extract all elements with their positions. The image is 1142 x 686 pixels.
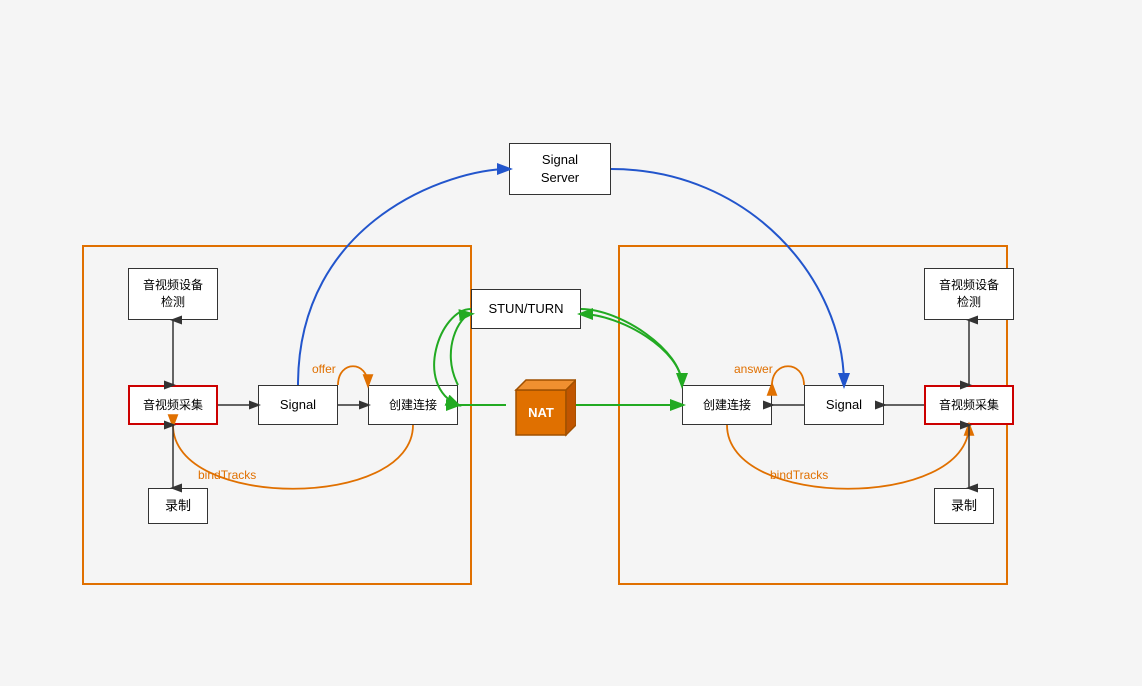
green-arrow-stun-to-right-conn <box>581 309 682 385</box>
orange-arrow-answer <box>772 366 804 385</box>
diagram-container: Signal Server STUN/TURN 音视频设备 检测 音视频采集 S… <box>0 0 1142 686</box>
green-arrow-left-conn-to-stun <box>451 314 471 385</box>
orange-arrow-offer <box>338 366 368 385</box>
orange-arrow-bind-tracks-right <box>727 425 969 489</box>
blue-arrow-server-to-right <box>611 169 844 385</box>
blue-arrow-left-to-server <box>298 169 509 385</box>
green-arrow-stun-to-left-conn <box>434 309 471 405</box>
orange-arrow-bind-tracks-left <box>173 425 413 489</box>
arrows-svg <box>0 0 1142 686</box>
